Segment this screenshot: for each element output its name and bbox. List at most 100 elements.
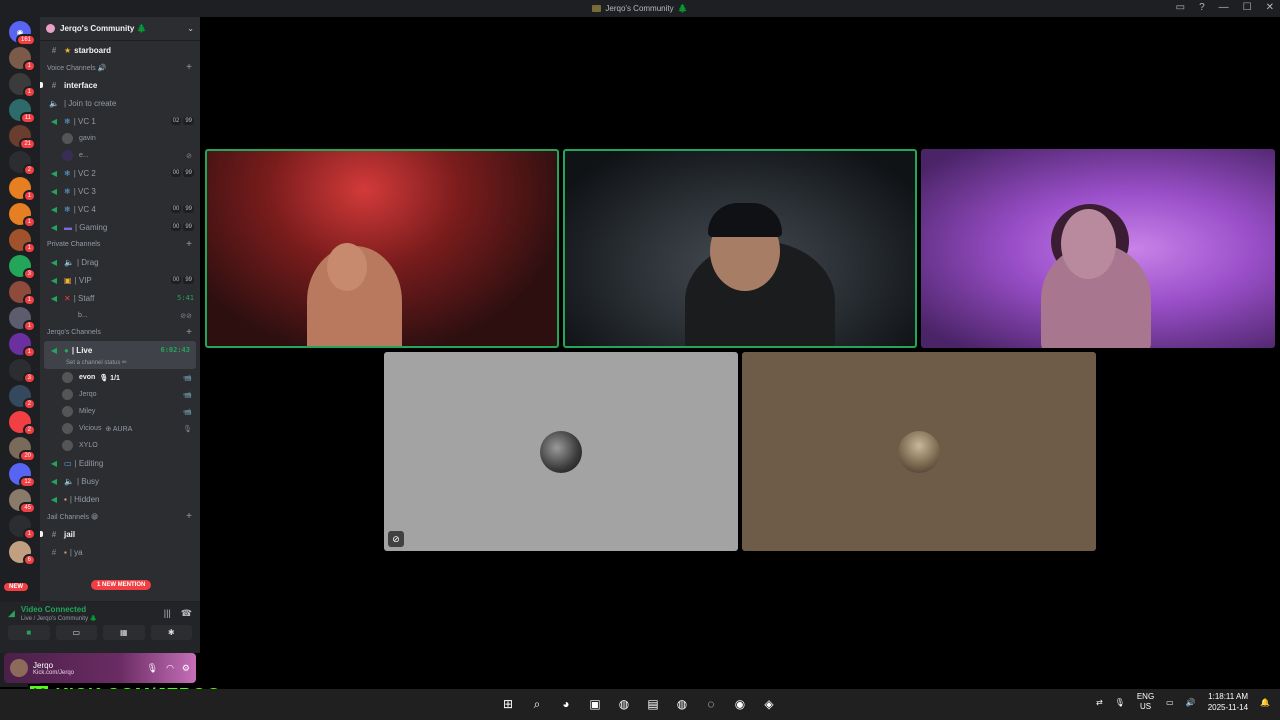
files-icon[interactable]: ▣ bbox=[584, 693, 606, 715]
category-voice[interactable]: Voice Channels 🔊 + bbox=[40, 59, 200, 76]
channel-vc2[interactable]: ◀ ❄ | VC 2 00 99 bbox=[40, 164, 200, 182]
activities-button[interactable]: ▦ bbox=[103, 625, 145, 640]
chrome-icon[interactable]: ◍ bbox=[671, 693, 693, 715]
headphones-icon[interactable]: ◠ bbox=[166, 663, 174, 674]
avatar[interactable] bbox=[10, 659, 28, 677]
app-icon[interactable]: ◌ bbox=[700, 693, 722, 715]
notification-icon[interactable]: 🔔 bbox=[1260, 698, 1270, 707]
video-tile[interactable] bbox=[205, 149, 559, 348]
server-icon[interactable]: 20 bbox=[9, 437, 36, 462]
wifi-icon[interactable]: ▭ bbox=[1166, 698, 1174, 707]
channel-live[interactable]: ◀ ● | Live 6:02:43 bbox=[44, 341, 196, 359]
channel-interface[interactable]: # interface bbox=[40, 76, 200, 94]
avatar-tile[interactable]: ⊘ bbox=[384, 352, 738, 551]
server-icon[interactable]: ◉ 161 bbox=[9, 21, 36, 46]
server-icon[interactable]: 1 bbox=[9, 307, 36, 332]
video-tile[interactable] bbox=[921, 149, 1275, 348]
channel-live-selected[interactable]: ◀ ● | Live 6:02:43 Set a channel status … bbox=[44, 341, 196, 369]
voice-user[interactable]: e... ⊘ bbox=[40, 147, 200, 164]
channel-join-to-create[interactable]: 🔈 | Join to create bbox=[40, 94, 200, 112]
server-icon[interactable]: 21 bbox=[9, 125, 36, 150]
soundboard-button[interactable]: ✱ bbox=[150, 625, 192, 640]
category-jerqo[interactable]: Jerqo's Channels + bbox=[40, 324, 200, 341]
help-icon[interactable]: ? bbox=[1199, 2, 1205, 13]
server-icon[interactable]: 1 bbox=[9, 515, 36, 540]
server-icon[interactable]: 1 bbox=[9, 229, 36, 254]
server-icon[interactable]: 1 bbox=[9, 281, 36, 306]
voice-user[interactable]: evon 🎙 1/1 📹 bbox=[40, 369, 200, 386]
screen-share-button[interactable]: ▭ bbox=[55, 625, 97, 640]
channel-status[interactable]: Set a channel status ✏ bbox=[44, 359, 196, 369]
category-jail[interactable]: Jail Channels 😁 + bbox=[40, 508, 200, 525]
new-mention-pill[interactable]: 1 NEW MENTION bbox=[91, 580, 152, 590]
volume-icon[interactable]: 🔊 bbox=[1186, 698, 1196, 707]
server-icon[interactable]: 1 bbox=[9, 177, 36, 202]
microphone-icon[interactable]: 🎙 bbox=[1115, 698, 1125, 707]
add-channel-icon[interactable]: + bbox=[186, 327, 192, 338]
channel-vc1[interactable]: ◀ ❄ | VC 1 02 99 bbox=[40, 112, 200, 130]
disconnect-icon[interactable]: ☎ bbox=[181, 608, 192, 619]
signal-icon[interactable]: ◢ bbox=[8, 608, 15, 619]
inbox-icon[interactable]: ▭ bbox=[1176, 2, 1185, 13]
network-icon[interactable]: ⇄ bbox=[1096, 698, 1103, 707]
server-icon[interactable]: 3 bbox=[9, 255, 36, 280]
close-button[interactable]: ✕ bbox=[1266, 2, 1274, 13]
server-icon[interactable]: 12 bbox=[9, 463, 36, 488]
server-icon[interactable]: 3 bbox=[9, 359, 36, 384]
news-icon[interactable]: ▤ bbox=[642, 693, 664, 715]
new-pill[interactable]: NEW bbox=[4, 583, 28, 591]
server-icon[interactable]: 2 bbox=[9, 385, 36, 410]
spotify-icon[interactable]: ◉ bbox=[729, 693, 751, 715]
voice-user[interactable]: Vicious ⊕ AURA 🎙 bbox=[40, 420, 200, 437]
voice-user[interactable]: gavin bbox=[40, 130, 200, 147]
add-channel-icon[interactable]: + bbox=[186, 511, 192, 522]
server-icon[interactable]: 6 bbox=[9, 541, 36, 566]
channel-staff[interactable]: ◀ ✕ | Staff 5:41 bbox=[40, 289, 200, 307]
avatar-tile[interactable] bbox=[742, 352, 1096, 551]
clock[interactable]: 1:18:11 AM 2025-11-14 bbox=[1208, 691, 1248, 713]
voice-status[interactable]: Video Connected bbox=[21, 605, 97, 614]
video-tile[interactable] bbox=[563, 149, 917, 348]
channel-drag[interactable]: ◀ 🔈 | Drag bbox=[40, 253, 200, 271]
channel-jail[interactable]: # jail bbox=[40, 525, 200, 543]
channel-editing[interactable]: ◀ ▭ | Editing bbox=[40, 454, 200, 472]
server-icon[interactable]: 1 bbox=[9, 333, 36, 358]
channel-vc4[interactable]: ◀ ❄ | VC 4 00 99 bbox=[40, 200, 200, 218]
voice-user[interactable]: Jerqo 📹 bbox=[40, 386, 200, 403]
noise-suppression-icon[interactable]: ||| bbox=[164, 608, 171, 619]
voice-location[interactable]: Live / Jerqo's Community 🌲 bbox=[21, 615, 97, 622]
add-channel-icon[interactable]: + bbox=[186, 239, 192, 250]
server-icon[interactable]: 1 bbox=[9, 47, 36, 72]
server-icon[interactable]: 1 bbox=[9, 203, 36, 228]
microphone-icon[interactable]: 🎙 bbox=[147, 663, 158, 674]
app-icon[interactable]: ◈ bbox=[758, 693, 780, 715]
server-icon[interactable]: 2 bbox=[9, 411, 36, 436]
camera-button[interactable]: ■ bbox=[8, 625, 50, 640]
channel-gaming[interactable]: ◀ ▬ | Gaming 00 99 bbox=[40, 218, 200, 236]
server-icon[interactable]: 11 bbox=[9, 99, 36, 124]
server-header[interactable]: Jerqo's Community 🌲 ⌄ bbox=[40, 17, 200, 41]
username[interactable]: Jerqo bbox=[33, 661, 74, 670]
start-icon[interactable]: ⊞ bbox=[497, 693, 519, 715]
voice-user[interactable]: XYLO bbox=[40, 437, 200, 454]
server-icon[interactable]: 1 bbox=[9, 73, 36, 98]
channel-busy[interactable]: ◀ 🔈 | Busy bbox=[40, 472, 200, 490]
channel-vip[interactable]: ◀ ▣ | VIP 00 99 bbox=[40, 271, 200, 289]
discord-icon[interactable]: ◕ bbox=[555, 693, 577, 715]
minimize-button[interactable]: — bbox=[1219, 2, 1229, 13]
channel-ya[interactable]: # ▪ | ya bbox=[40, 543, 200, 561]
voice-user[interactable]: Miley 📹 bbox=[40, 403, 200, 420]
language-indicator[interactable]: ENG US bbox=[1137, 692, 1154, 712]
channel-vc3[interactable]: ◀ ❄ | VC 3 bbox=[40, 182, 200, 200]
channel-hidden[interactable]: ◀ ▪ | Hidden bbox=[40, 490, 200, 508]
add-channel-icon[interactable]: + bbox=[186, 62, 192, 73]
chrome-icon[interactable]: ◍ bbox=[613, 693, 635, 715]
voice-user[interactable]: b... ⊘⊘ bbox=[40, 307, 200, 324]
gear-icon[interactable]: ⚙ bbox=[182, 663, 190, 674]
server-icon[interactable]: 2 bbox=[9, 151, 36, 176]
maximize-button[interactable]: ☐ bbox=[1243, 2, 1252, 13]
category-private[interactable]: Private Channels + bbox=[40, 236, 200, 253]
channel-starboard[interactable]: # ★ starboard bbox=[40, 41, 200, 59]
search-icon[interactable]: ⌕ bbox=[526, 693, 548, 715]
server-icon[interactable]: 45 bbox=[9, 489, 36, 514]
